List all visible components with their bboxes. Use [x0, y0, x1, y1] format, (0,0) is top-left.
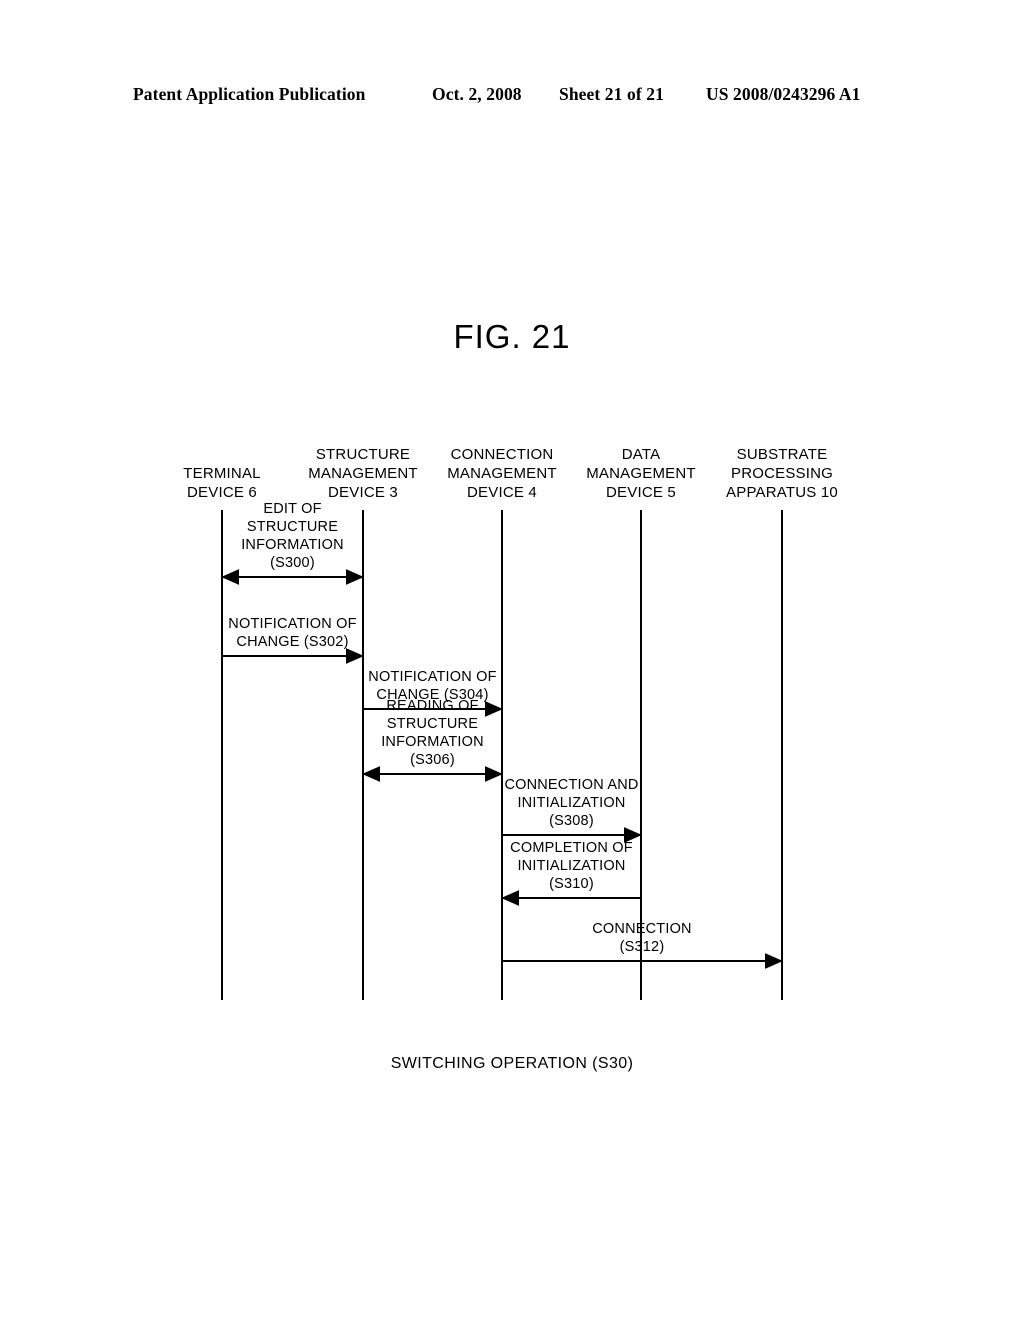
message-label-S306: READING OF STRUCTURE INFORMATION (S306) — [338, 697, 528, 769]
message-label-text: CONNECTION (S312) — [592, 921, 692, 955]
message-label-text: CONNECTION AND INITIALIZATION (S308) — [504, 777, 639, 829]
participant-structure-management-device-3: STRUCTURE MANAGEMENT DEVICE 3 — [288, 445, 438, 502]
message-label-S308: CONNECTION AND INITIALIZATION (S308) — [477, 776, 667, 830]
participant-label: CONNECTION MANAGEMENT DEVICE 4 — [447, 446, 557, 501]
operation-caption: SWITCHING OPERATION (S30) — [390, 1055, 634, 1072]
message-label-text: READING OF STRUCTURE INFORMATION (S306) — [381, 698, 484, 768]
message-label-S312: CONNECTION (S312) — [547, 920, 737, 956]
participant-connection-management-device-4: CONNECTION MANAGEMENT DEVICE 4 — [427, 445, 577, 502]
participant-data-management-device-5: DATA MANAGEMENT DEVICE 5 — [566, 445, 716, 502]
message-label-text: EDIT OF STRUCTURE INFORMATION (S300) — [241, 501, 344, 571]
message-label-S302: NOTIFICATION OF CHANGE (S302) — [198, 615, 388, 651]
participant-label: TERMINAL DEVICE 6 — [183, 465, 261, 501]
message-label-text: NOTIFICATION OF CHANGE (S302) — [228, 616, 357, 650]
participant-label: DATA MANAGEMENT DEVICE 5 — [586, 446, 696, 501]
message-label-S310: COMPLETION OF INITIALIZATION (S310) — [477, 839, 667, 893]
message-label-text: COMPLETION OF INITIALIZATION (S310) — [510, 840, 633, 892]
participant-label: SUBSTRATE PROCESSING APPARATUS 10 — [726, 446, 838, 501]
participant-substrate-processing-apparatus-10: SUBSTRATE PROCESSING APPARATUS 10 — [707, 445, 857, 502]
sequence-diagram-canvas — [221, 510, 783, 1000]
sequence-diagram — [0, 0, 1024, 1320]
participant-label: STRUCTURE MANAGEMENT DEVICE 3 — [308, 446, 418, 501]
message-label-S300: EDIT OF STRUCTURE INFORMATION (S300) — [198, 500, 388, 572]
participant-terminal-device-6: TERMINAL DEVICE 6 — [147, 464, 297, 502]
